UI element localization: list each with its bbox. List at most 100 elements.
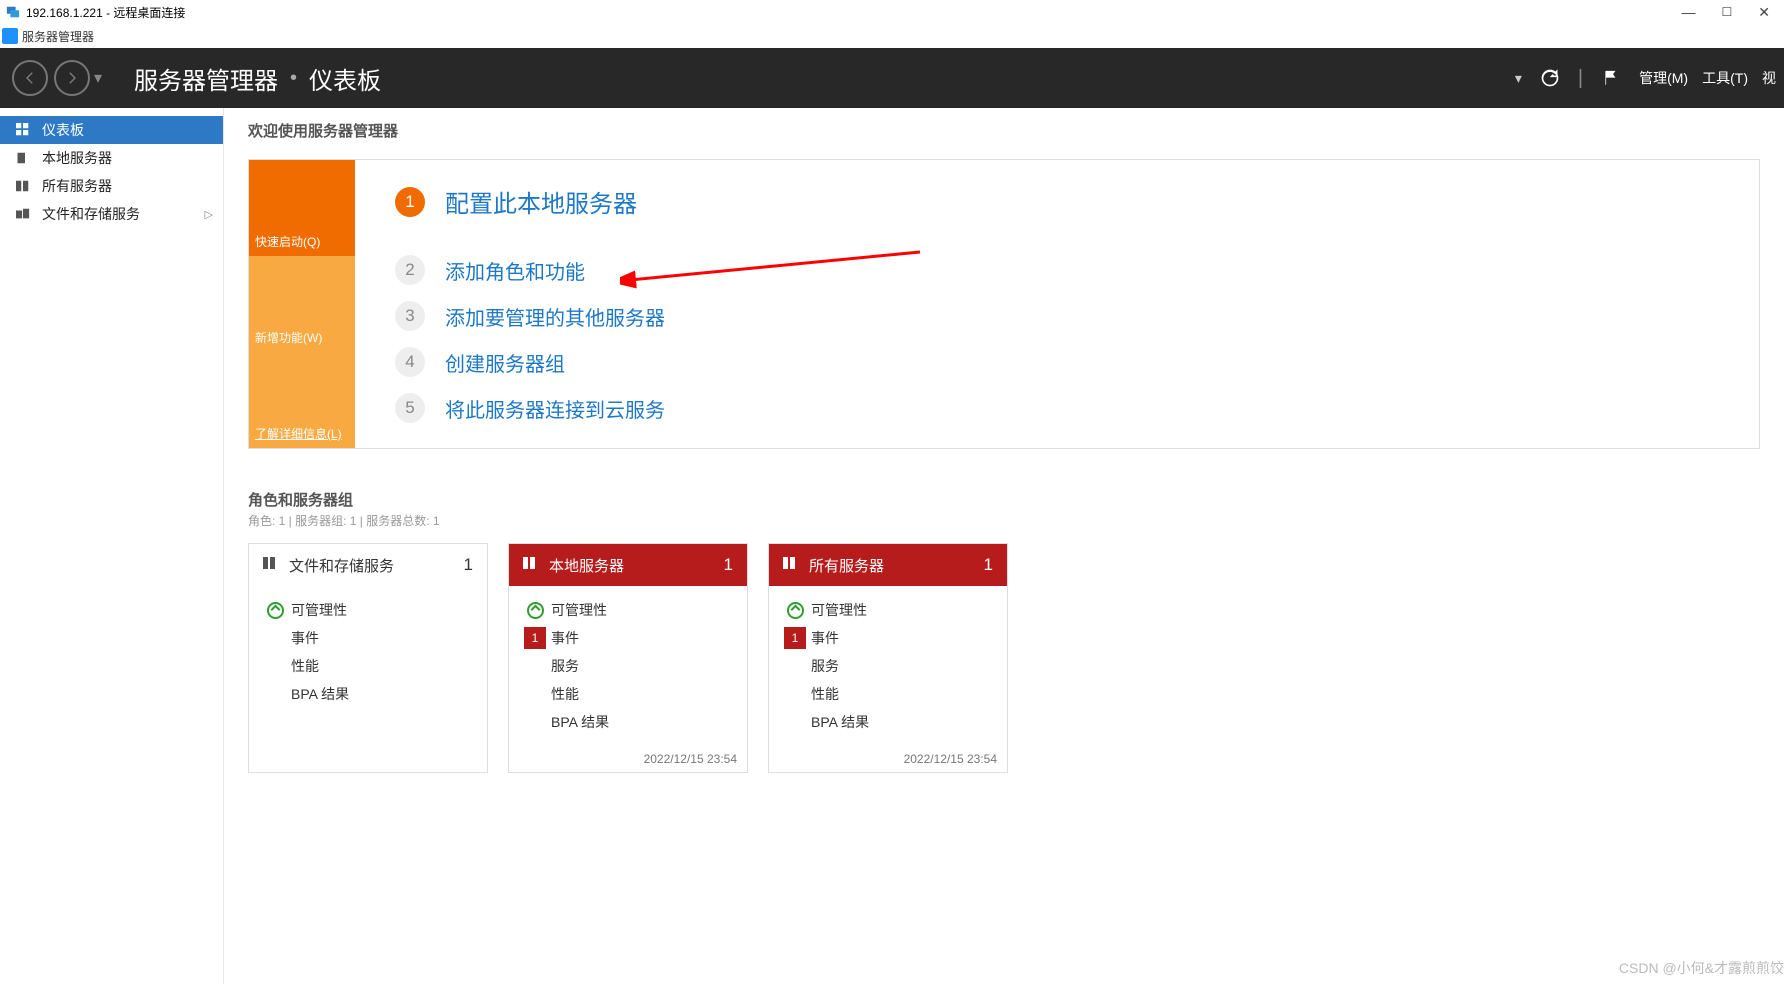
forward-icon [63, 69, 81, 87]
step-number: 3 [395, 301, 425, 331]
tile-row[interactable]: BPA 结果 [515, 708, 741, 736]
sidebar-item-local-server[interactable]: 本地服务器 [0, 144, 223, 172]
header-dropdown-caret[interactable]: ▾ [1515, 70, 1522, 87]
maximize-button[interactable]: ☐ [1722, 5, 1733, 19]
tile-icon [261, 555, 277, 575]
chevron-right-icon: ▷ [205, 208, 213, 221]
welcome-tabs: 快速启动(Q) 新增功能(W) 了解详细信息(L) [249, 160, 355, 448]
tile-title: 本地服务器 [549, 555, 624, 576]
tile-row-label: BPA 结果 [551, 712, 609, 732]
tile-row[interactable]: 1事件 [515, 624, 741, 652]
step-create-group[interactable]: 4 创建服务器组 [395, 347, 1759, 377]
tile-row[interactable]: BPA 结果 [775, 708, 1001, 736]
sidebar: 仪表板 本地服务器 所有服务器 文件和存储服务 ▷ [0, 108, 224, 984]
breadcrumb: 服务器管理器 • 仪表板 [134, 61, 381, 96]
roles-groups-section: 角色和服务器组 角色: 1 | 服务器组: 1 | 服务器总数: 1 文件和存储… [248, 489, 1784, 773]
breadcrumb-sep-icon: • [290, 67, 297, 90]
tile-icon [781, 555, 797, 575]
tile-row-label: BPA 结果 [811, 712, 869, 732]
tile-row[interactable]: 性能 [255, 652, 481, 680]
tile-row[interactable]: 性能 [775, 680, 1001, 708]
header: ▾ 服务器管理器 • 仪表板 ▾ | 管理(M) 工具(T) 视 [0, 48, 1784, 108]
notifications-button[interactable] [1597, 64, 1625, 92]
rdp-icon [6, 5, 20, 19]
tile-row-label: 服务 [811, 656, 839, 676]
tile-count: 1 [464, 555, 473, 575]
sidebar-item-file-storage[interactable]: 文件和存储服务 ▷ [0, 200, 223, 228]
app-icon [2, 28, 18, 44]
tile-count: 1 [724, 555, 733, 575]
tile-row[interactable]: 服务 [515, 652, 741, 680]
tile: 文件和存储服务 1 可管理性事件性能 BPA 结果 [248, 543, 488, 773]
tile-row-label: 事件 [811, 628, 839, 648]
sidebar-item-all-servers[interactable]: 所有服务器 [0, 172, 223, 200]
tile-row-label: 可管理性 [811, 600, 867, 620]
status-ok-icon [267, 602, 284, 619]
groups-title: 角色和服务器组 [248, 489, 1784, 510]
tile-row[interactable]: 可管理性 [775, 596, 1001, 624]
step-label: 配置此本地服务器 [445, 184, 637, 219]
back-button[interactable] [12, 60, 48, 96]
rdp-title-text: 192.168.1.221 - 远程桌面连接 [26, 4, 185, 21]
main-content: 欢迎使用服务器管理器 快速启动(Q) 新增功能(W) 了解详细信息(L) 1 配… [224, 108, 1784, 984]
tile-row[interactable]: 可管理性 [255, 596, 481, 624]
refresh-button[interactable] [1536, 64, 1564, 92]
tile-title: 文件和存储服务 [289, 555, 394, 576]
tile-title: 所有服务器 [809, 555, 884, 576]
tile-body: 可管理性1事件服务性能 BPA 结果 [509, 586, 747, 736]
back-icon [21, 69, 39, 87]
groups-subtitle: 角色: 1 | 服务器组: 1 | 服务器总数: 1 [248, 512, 1784, 529]
sidebar-item-label: 文件和存储服务 [42, 204, 140, 224]
step-label: 创建服务器组 [445, 348, 565, 377]
step-number: 4 [395, 347, 425, 377]
minimize-button[interactable]: — [1682, 4, 1696, 20]
tab-quickstart[interactable]: 快速启动(Q) [249, 160, 355, 256]
tile-row[interactable]: 可管理性 [515, 596, 741, 624]
sidebar-item-dashboard[interactable]: 仪表板 [0, 116, 223, 144]
tile-row[interactable]: 服务 [775, 652, 1001, 680]
menu-view[interactable]: 视 [1762, 68, 1776, 88]
tile-row[interactable]: BPA 结果 [255, 680, 481, 708]
tile-row-label: 性能 [551, 684, 579, 704]
tile-body: 可管理性事件性能 BPA 结果 [249, 586, 487, 708]
menu-manage[interactable]: 管理(M) [1639, 68, 1688, 88]
tab-learn-more[interactable]: 了解详细信息(L) [249, 352, 355, 448]
tile-row-label: 服务 [551, 656, 579, 676]
status-ok-icon [527, 602, 544, 619]
step-add-roles[interactable]: 2 添加角色和功能 [395, 255, 1759, 285]
server-icon [16, 151, 32, 165]
menu-tools[interactable]: 工具(T) [1702, 68, 1748, 88]
step-configure-local[interactable]: 1 配置此本地服务器 [395, 184, 1759, 219]
storage-icon [16, 207, 32, 221]
step-label: 添加角色和功能 [445, 256, 585, 285]
tile-row[interactable]: 事件 [255, 624, 481, 652]
refresh-icon [1540, 68, 1560, 88]
tile-row-label: 性能 [811, 684, 839, 704]
app-title-text: 服务器管理器 [22, 28, 94, 45]
breadcrumb-root[interactable]: 服务器管理器 [134, 61, 278, 96]
dashboard-icon [16, 123, 32, 137]
step-number: 1 [395, 187, 425, 217]
forward-button[interactable] [54, 60, 90, 96]
sidebar-item-label: 本地服务器 [42, 148, 112, 168]
status-ok-icon [787, 602, 804, 619]
tile-row[interactable]: 1事件 [775, 624, 1001, 652]
tile-row-label: 性能 [291, 656, 319, 676]
step-label: 将此服务器连接到云服务 [445, 394, 665, 423]
servers-icon [16, 179, 32, 193]
tab-whats-new[interactable]: 新增功能(W) [249, 256, 355, 352]
tile-row[interactable]: 性能 [515, 680, 741, 708]
tile-row-label: 事件 [291, 628, 319, 648]
close-button[interactable]: ✕ [1758, 4, 1770, 21]
welcome-heading: 欢迎使用服务器管理器 [248, 120, 1784, 141]
tile-header[interactable]: 所有服务器1 [769, 544, 1007, 586]
sidebar-item-label: 仪表板 [42, 120, 84, 140]
step-number: 5 [395, 393, 425, 423]
watermark: CSDN @小何&才露煎煎饺 [1619, 958, 1784, 978]
tile-header[interactable]: 本地服务器 1 [509, 544, 747, 586]
step-connect-cloud[interactable]: 5 将此服务器连接到云服务 [395, 393, 1759, 423]
rdp-title-bar: 192.168.1.221 - 远程桌面连接 [0, 0, 1784, 24]
tile-header[interactable]: 文件和存储服务 1 [249, 544, 487, 586]
step-add-servers[interactable]: 3 添加要管理的其他服务器 [395, 301, 1759, 331]
history-dropdown[interactable]: ▾ [94, 68, 102, 88]
